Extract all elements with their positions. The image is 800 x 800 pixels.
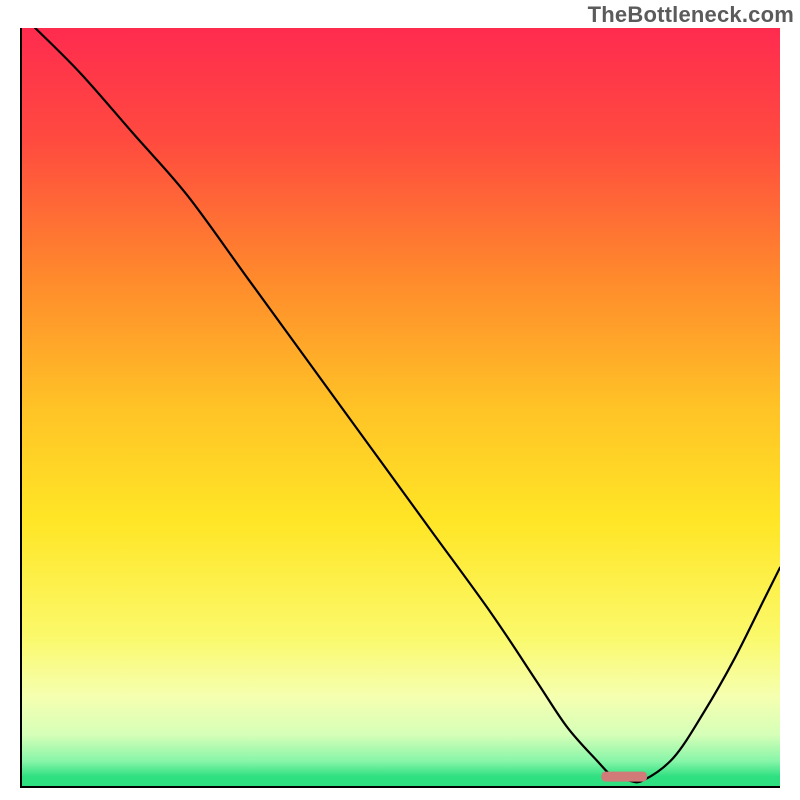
chart-background — [20, 28, 780, 788]
optimal-marker — [601, 772, 647, 782]
plot-area — [20, 28, 780, 788]
chart-frame: TheBottleneck.com — [0, 0, 800, 800]
chart-svg — [20, 28, 780, 788]
watermark-text: TheBottleneck.com — [588, 2, 794, 28]
